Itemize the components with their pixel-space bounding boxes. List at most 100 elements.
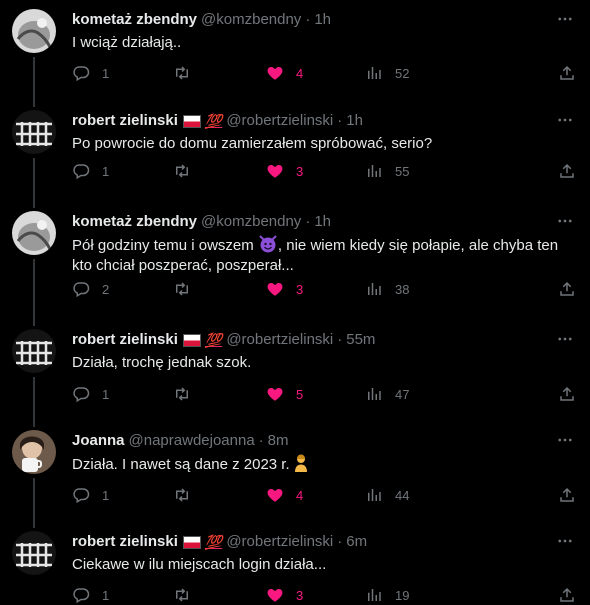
- hundred-points-icon: 💯: [204, 113, 223, 129]
- author-name[interactable]: robert zielinski: [72, 330, 178, 350]
- poland-flag-icon: [182, 114, 201, 128]
- author-name[interactable]: Joanna: [72, 431, 125, 451]
- share-button[interactable]: [558, 64, 576, 82]
- share-button[interactable]: [558, 486, 576, 504]
- retweet-button[interactable]: [173, 586, 266, 604]
- speech-bubble-icon: [72, 280, 90, 298]
- tweet-time[interactable]: 8m: [268, 431, 289, 451]
- more-icon[interactable]: [554, 328, 576, 350]
- reply-button[interactable]: 2: [72, 280, 173, 298]
- avatar[interactable]: [12, 430, 56, 474]
- tweet-time[interactable]: 6m: [346, 532, 367, 552]
- avatar[interactable]: [12, 329, 56, 373]
- share-icon: [558, 162, 576, 180]
- views-button[interactable]: 55: [365, 162, 477, 180]
- more-icon[interactable]: [554, 109, 576, 131]
- separator-dot: ·: [337, 112, 343, 129]
- more-icon[interactable]: [554, 8, 576, 30]
- poland-flag-icon: [182, 535, 201, 549]
- heart-icon: [266, 280, 284, 298]
- share-icon: [558, 486, 576, 504]
- heart-icon: [266, 586, 284, 604]
- share-button[interactable]: [558, 385, 576, 403]
- author-handle[interactable]: @robertzielinski: [226, 111, 333, 131]
- like-button[interactable]: 4: [266, 64, 365, 82]
- separator-dot: ·: [258, 432, 264, 449]
- tweet[interactable]: robert zielinski 💯 @robertzielinski · 55…: [0, 316, 590, 425]
- retweet-button[interactable]: [173, 64, 266, 82]
- share-button[interactable]: [558, 162, 576, 180]
- tweet[interactable]: robert zielinski 💯 @robertzielinski · 1h…: [0, 97, 590, 206]
- like-button[interactable]: 5: [266, 385, 365, 403]
- more-icon[interactable]: [554, 210, 576, 232]
- retweet-button[interactable]: [173, 486, 266, 504]
- author-name[interactable]: robert zielinski: [72, 111, 178, 131]
- reply-button[interactable]: 1: [72, 385, 173, 403]
- views-button[interactable]: 47: [365, 385, 477, 403]
- tweet[interactable]: Joanna @naprawdejoanna · 8m Działa. I na…: [0, 417, 590, 526]
- tweet[interactable]: kometaż zbendny @komzbendny · 1h I wciąż…: [0, 0, 590, 105]
- like-button[interactable]: 3: [266, 280, 365, 298]
- tweet-actions: 1 3 19: [72, 585, 576, 605]
- author-handle[interactable]: @komzbendny: [201, 212, 301, 232]
- like-button[interactable]: 3: [266, 586, 365, 604]
- retweet-icon: [173, 64, 191, 82]
- thread-line: [33, 316, 35, 326]
- author-name[interactable]: kometaż zbendny: [72, 212, 197, 232]
- share-button[interactable]: [558, 586, 576, 604]
- bar-chart-icon: [365, 486, 383, 504]
- tweet-text-part: Działa. I nawet są dane z 2023 r.: [72, 456, 290, 473]
- like-button[interactable]: 4: [266, 486, 365, 504]
- tweet-thread: kometaż zbendny @komzbendny · 1h I wciąż…: [0, 0, 590, 605]
- speech-bubble-icon: [72, 64, 90, 82]
- retweet-icon: [173, 280, 191, 298]
- author-name[interactable]: robert zielinski: [72, 532, 178, 552]
- name-badges: 💯: [182, 330, 222, 350]
- tweet-time[interactable]: 1h: [346, 111, 363, 131]
- avatar[interactable]: [12, 110, 56, 154]
- share-icon: [558, 586, 576, 604]
- tweet-text: Ciekawe w ilu miejscach login działa...: [72, 556, 327, 573]
- bar-chart-icon: [365, 162, 383, 180]
- retweet-icon: [173, 385, 191, 403]
- author-handle[interactable]: @robertzielinski: [226, 532, 333, 552]
- share-button[interactable]: [558, 280, 576, 298]
- views-button[interactable]: 44: [365, 486, 477, 504]
- share-icon: [558, 64, 576, 82]
- reply-button[interactable]: 1: [72, 162, 173, 180]
- author-handle[interactable]: @naprawdejoanna: [129, 431, 255, 451]
- avatar[interactable]: [12, 211, 56, 255]
- author-name[interactable]: kometaż zbendny: [72, 10, 197, 30]
- view-count: 47: [395, 386, 410, 402]
- separator-dot: ·: [337, 533, 343, 550]
- retweet-button[interactable]: [173, 280, 266, 298]
- author-handle[interactable]: @komzbendny: [201, 10, 301, 30]
- reply-button[interactable]: 1: [72, 64, 173, 82]
- tweet[interactable]: kometaż zbendny @komzbendny · 1h Pół god…: [0, 198, 590, 324]
- retweet-button[interactable]: [173, 385, 266, 403]
- thread-line: [33, 259, 35, 324]
- tweet-time[interactable]: 1h: [314, 212, 331, 232]
- reply-count: 2: [102, 281, 110, 297]
- view-count: 52: [395, 65, 410, 81]
- like-button[interactable]: 3: [266, 162, 365, 180]
- reply-button[interactable]: 1: [72, 486, 173, 504]
- retweet-button[interactable]: [173, 162, 266, 180]
- author-handle[interactable]: @robertzielinski: [226, 330, 333, 350]
- more-icon[interactable]: [554, 429, 576, 451]
- thread-line: [33, 198, 35, 208]
- name-badges: 💯: [182, 532, 222, 552]
- avatar[interactable]: [12, 9, 56, 53]
- views-button[interactable]: 38: [365, 280, 477, 298]
- speech-bubble-icon: [72, 486, 90, 504]
- tweet[interactable]: robert zielinski 💯 @robertzielinski · 6m…: [0, 518, 590, 605]
- more-icon[interactable]: [554, 530, 576, 552]
- avatar[interactable]: [12, 531, 56, 575]
- tweet-actions: 1 5 47: [72, 384, 576, 404]
- separator-dot: ·: [337, 331, 343, 348]
- tweet-time[interactable]: 55m: [346, 330, 375, 350]
- tweet-time[interactable]: 1h: [314, 10, 331, 30]
- views-button[interactable]: 52: [365, 64, 477, 82]
- reply-button[interactable]: 1: [72, 586, 173, 604]
- views-button[interactable]: 19: [365, 586, 477, 604]
